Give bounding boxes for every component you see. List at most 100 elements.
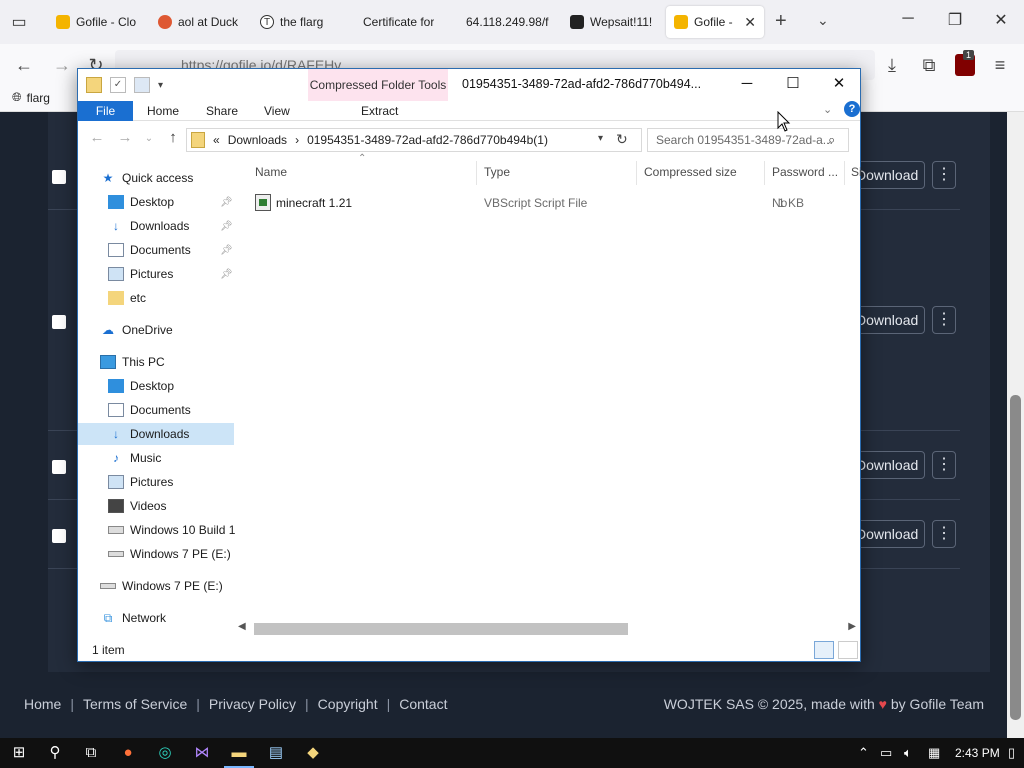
download-button[interactable]: Download [855, 161, 925, 189]
expand-ribbon-icon[interactable]: ⌄ [823, 103, 832, 116]
ribbon-view-tab[interactable]: View [264, 104, 290, 118]
horizontal-scrollbar-thumb[interactable] [254, 623, 628, 635]
column-divider[interactable] [764, 161, 765, 185]
tab-certificate[interactable]: Certificate for [355, 6, 455, 38]
properties-icon[interactable]: ✓ [110, 77, 126, 93]
address-bar[interactable]: « Downloads › 01954351-3489-72ad-afd2-78… [186, 128, 642, 152]
close-button[interactable]: ✕ [824, 73, 854, 95]
breadcrumb-current[interactable]: 01954351-3489-72ad-afd2-786d770b494b(1) [307, 133, 548, 147]
bookmark-flarg[interactable]: 🌐︎ flarg [12, 90, 50, 105]
nav-pc-windows10-drive[interactable]: Windows 10 Build 1 [108, 519, 235, 541]
nav-network[interactable]: ⧉ Network [100, 607, 166, 629]
search-input[interactable]: Search 01954351-3489-72ad-a... [647, 128, 849, 152]
maximize-button[interactable]: ☐ [778, 73, 808, 95]
nav-windows7-root[interactable]: Windows 7 PE (E:) [100, 575, 223, 597]
customize-toolbar-icon[interactable]: ▾ [158, 80, 163, 91]
ribbon-home-tab[interactable]: Home [147, 104, 179, 118]
download-button[interactable]: Download [855, 451, 925, 479]
nav-pc-windows7-drive[interactable]: Windows 7 PE (E:) [108, 543, 231, 565]
recent-locations-icon[interactable]: ⌄ [138, 133, 160, 144]
column-header-password[interactable]: Password ... [772, 165, 838, 179]
tab-the-flarg[interactable]: T the flarg [252, 6, 352, 38]
downloads-icon[interactable]: ⤓ [880, 54, 904, 76]
explorer-title-bar[interactable]: ✓ ▾ Compressed Folder Tools 01954351-348… [78, 69, 860, 101]
nav-qa-documents[interactable]: Documents [108, 239, 191, 261]
volume-muted-icon[interactable]: 🔈︎ [904, 745, 912, 761]
new-tab-button[interactable]: + [775, 10, 787, 33]
scroll-right-icon[interactable]: ▶ [848, 621, 856, 632]
minimize-browser-button[interactable]: ─ [893, 10, 923, 28]
nav-pc-desktop[interactable]: Desktop [108, 375, 174, 397]
nav-qa-desktop[interactable]: Desktop [108, 191, 174, 213]
column-header-type[interactable]: Type [484, 165, 510, 179]
search-icon[interactable]: ⚲ [44, 743, 66, 763]
column-divider[interactable] [636, 161, 637, 185]
footer-copyright-link[interactable]: Copyright [318, 696, 378, 712]
archive-app-icon[interactable]: ◆ [302, 743, 324, 763]
refresh-icon[interactable]: ↻ [616, 131, 628, 148]
file-explorer-icon[interactable]: ▬ [228, 743, 250, 763]
nav-this-pc[interactable]: This PC [100, 351, 165, 373]
horizontal-scrollbar[interactable]: ◀ ▶ [238, 621, 860, 637]
scroll-left-icon[interactable]: ◀ [238, 621, 246, 632]
nav-qa-etc[interactable]: etc [108, 287, 146, 309]
up-arrow-icon[interactable]: ↑ [162, 129, 184, 146]
footer-privacy-link[interactable]: Privacy Policy [209, 696, 296, 712]
ribbon-share-tab[interactable]: Share [206, 104, 238, 118]
windows-start-icon[interactable]: ⊞ [8, 743, 30, 763]
tab-gofile-active[interactable]: Gofile - ✕ [666, 6, 764, 38]
tab-wepsait[interactable]: Wepsait!11! [562, 6, 662, 38]
network-tray-icon[interactable]: ▭ [880, 745, 892, 761]
ribbon-extract-tab[interactable]: Extract [361, 104, 398, 118]
show-hidden-icons-icon[interactable]: ⌃ [858, 745, 869, 761]
list-all-tabs-icon[interactable]: ⌄ [817, 12, 829, 29]
search-icon[interactable]: ⌕ [828, 132, 835, 148]
nav-pc-documents[interactable]: Documents [108, 399, 191, 421]
tab-gofile-1[interactable]: Gofile - Clo [48, 6, 148, 38]
breadcrumb-separator[interactable]: › [295, 133, 299, 147]
extensions-icon[interactable]: ⧉ [917, 54, 941, 76]
pin-icon[interactable]: 📌︎ [220, 245, 233, 256]
back-arrow-icon[interactable]: ← [86, 129, 108, 146]
footer-home-link[interactable]: Home [24, 696, 61, 712]
maximize-browser-button[interactable]: ❐ [940, 10, 970, 30]
keyboard-icon[interactable]: ▦ [928, 745, 940, 761]
taskbar-clock[interactable]: 2:43 PM [955, 746, 1000, 760]
back-button[interactable]: ← [12, 54, 36, 76]
nav-pc-videos[interactable]: Videos [108, 495, 166, 517]
more-options-button[interactable]: ⋮ [932, 520, 956, 548]
column-header-size[interactable]: Si [851, 165, 862, 179]
file-checkbox[interactable] [52, 170, 66, 184]
help-icon[interactable]: ? [844, 101, 860, 117]
notifications-icon[interactable]: ▯ [1008, 745, 1015, 761]
file-row[interactable]: minecraft 1.21 VBScript Script File 1 KB… [248, 193, 860, 213]
footer-contact-link[interactable]: Contact [399, 696, 447, 712]
breadcrumb-overflow[interactable]: « [213, 133, 220, 147]
pin-icon[interactable]: 📌︎ [220, 221, 233, 232]
footer-terms-link[interactable]: Terms of Service [83, 696, 187, 712]
column-header-compressed-size[interactable]: Compressed size [644, 165, 737, 179]
breadcrumb-downloads[interactable]: Downloads [228, 133, 287, 147]
nav-qa-pictures[interactable]: Pictures [108, 263, 173, 285]
nav-pc-pictures[interactable]: Pictures [108, 471, 173, 493]
file-checkbox[interactable] [52, 460, 66, 474]
page-scrollbar-thumb[interactable] [1010, 395, 1021, 720]
new-folder-icon[interactable] [134, 77, 150, 93]
firefox-icon[interactable]: ● [117, 743, 139, 763]
nav-onedrive[interactable]: ☁ OneDrive [100, 319, 173, 341]
close-browser-button[interactable]: ✕ [986, 10, 1016, 30]
tab-duckduckgo[interactable]: aol at Duck [150, 6, 250, 38]
download-button[interactable]: Download [855, 520, 925, 548]
more-options-button[interactable]: ⋮ [932, 306, 956, 334]
forward-arrow-icon[interactable]: → [114, 129, 136, 146]
compressed-folder-tools-tab[interactable]: Compressed Folder Tools [308, 69, 448, 101]
tab-list-icon[interactable]: ▭ [8, 12, 30, 32]
minimize-button[interactable]: ─ [732, 73, 762, 95]
address-dropdown-icon[interactable]: ▾ [598, 133, 603, 144]
file-checkbox[interactable] [52, 315, 66, 329]
more-options-button[interactable]: ⋮ [932, 451, 956, 479]
nav-qa-downloads[interactable]: ↓ Downloads [108, 215, 189, 237]
menu-icon[interactable]: ≡ [988, 54, 1012, 76]
tab-ip-address[interactable]: 64.118.249.98/f [458, 6, 558, 38]
notepad-icon[interactable]: ▤ [265, 743, 287, 763]
